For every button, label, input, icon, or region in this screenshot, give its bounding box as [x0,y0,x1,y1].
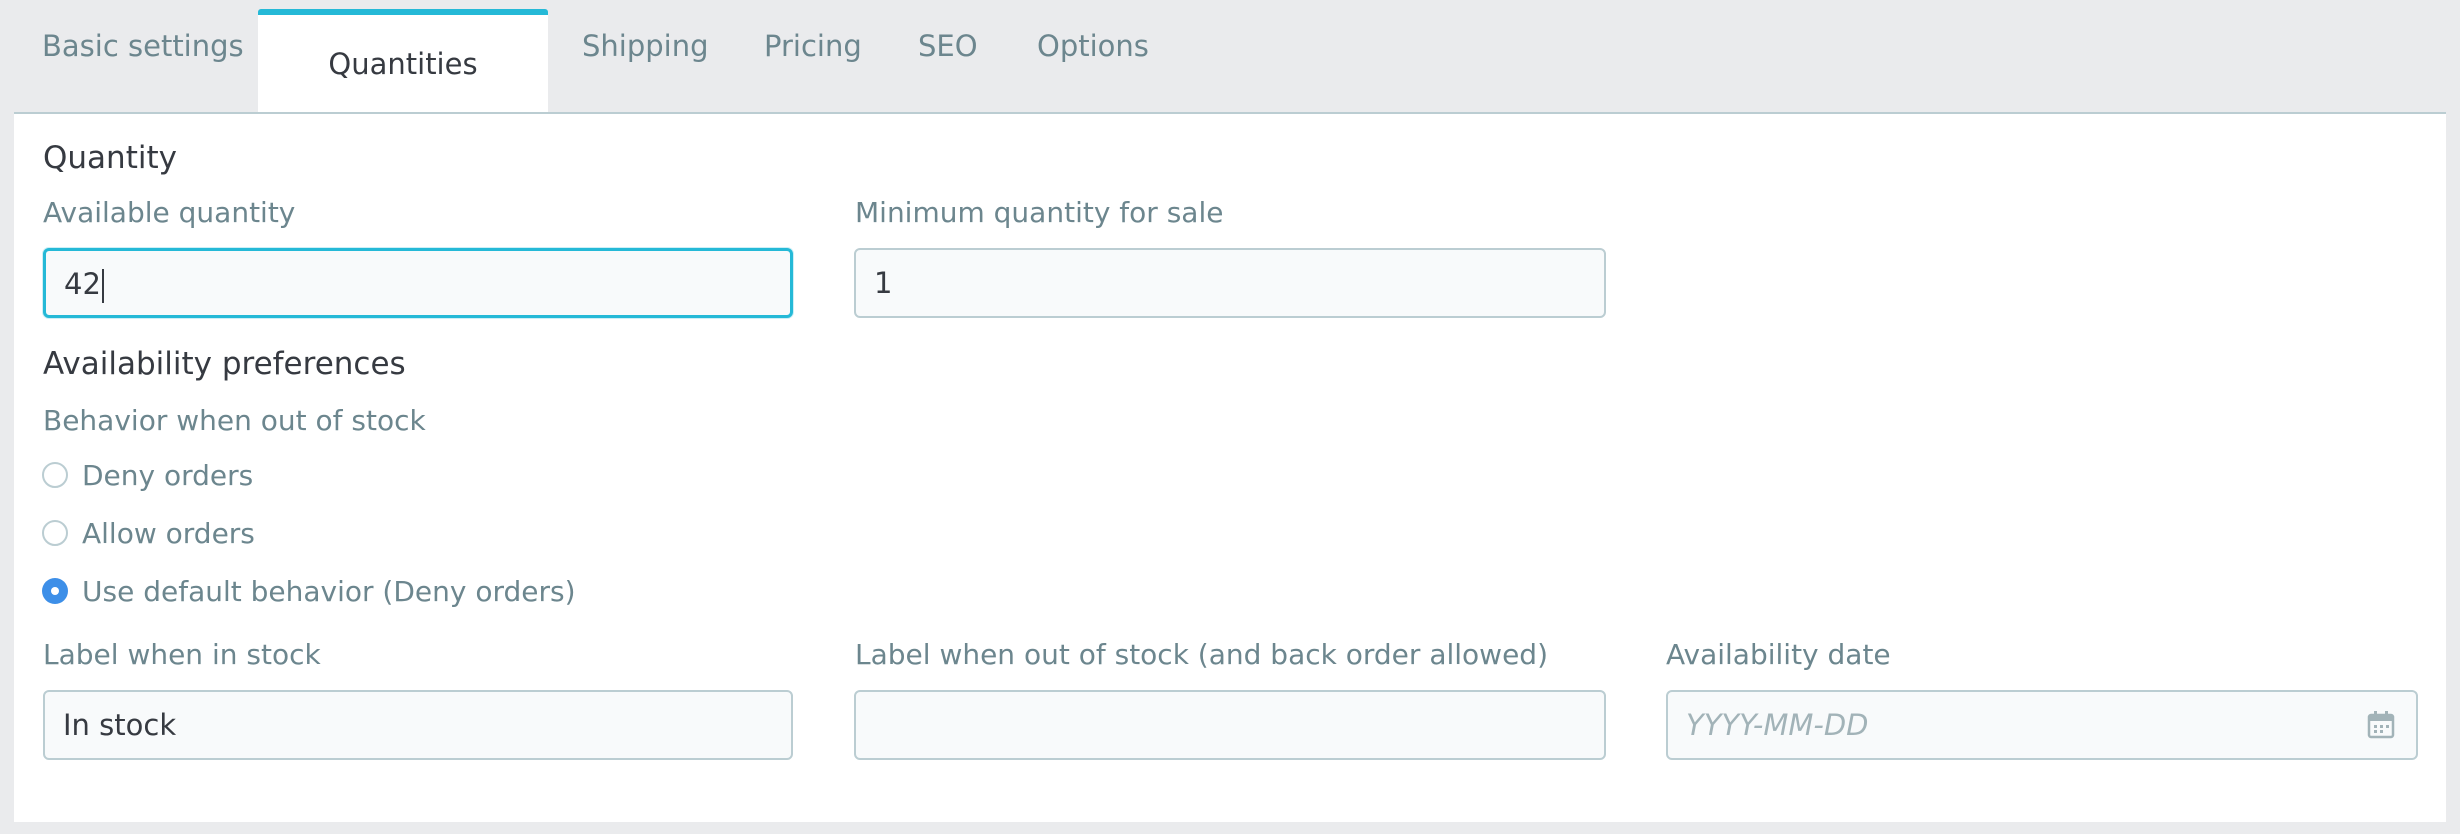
in-stock-label-input[interactable]: In stock [43,690,793,760]
out-of-stock-label-caption: Label when out of stock (and back order … [855,638,1548,671]
tab-options[interactable]: Options [1037,0,1149,92]
tab-basic-settings[interactable]: Basic settings [42,0,244,92]
tab-bar: Basic settings Quantities Shipping Prici… [0,0,2460,115]
availability-date-label: Availability date [1666,638,1891,671]
available-quantity-value: 42 [64,251,104,317]
tab-pricing[interactable]: Pricing [764,0,862,92]
radio-button[interactable] [42,462,68,488]
availability-section-title: Availability preferences [43,346,406,382]
tab-quantities[interactable]: Quantities [258,9,548,113]
availability-date-input[interactable]: YYYY-MM-DD [1666,690,2418,760]
radio-label: Allow orders [82,517,255,550]
minimum-quantity-input[interactable]: 1 [854,248,1606,318]
minimum-quantity-value: 1 [874,266,893,300]
calendar-icon[interactable] [2366,710,2396,740]
in-stock-label-value: In stock [63,708,177,742]
quantity-section-title: Quantity [43,140,177,176]
out-of-stock-behavior-label: Behavior when out of stock [43,404,426,437]
radio-label: Use default behavior (Deny orders) [82,575,576,608]
radio-button[interactable] [42,520,68,546]
availability-date-placeholder: YYYY-MM-DD [1686,708,1869,742]
in-stock-label-caption: Label when in stock [43,638,321,671]
available-quantity-input[interactable]: 42 [43,248,793,318]
radio-label: Deny orders [82,459,254,492]
minimum-quantity-label: Minimum quantity for sale [855,196,1224,229]
radio-button-checked[interactable] [42,578,68,604]
available-quantity-label: Available quantity [43,196,296,229]
quantities-panel: Quantity Available quantity 42 Minimum q… [14,112,2446,822]
out-of-stock-label-input[interactable] [854,690,1606,760]
tab-shipping[interactable]: Shipping [582,0,709,92]
tab-seo[interactable]: SEO [918,0,978,92]
text-caret [101,269,104,303]
